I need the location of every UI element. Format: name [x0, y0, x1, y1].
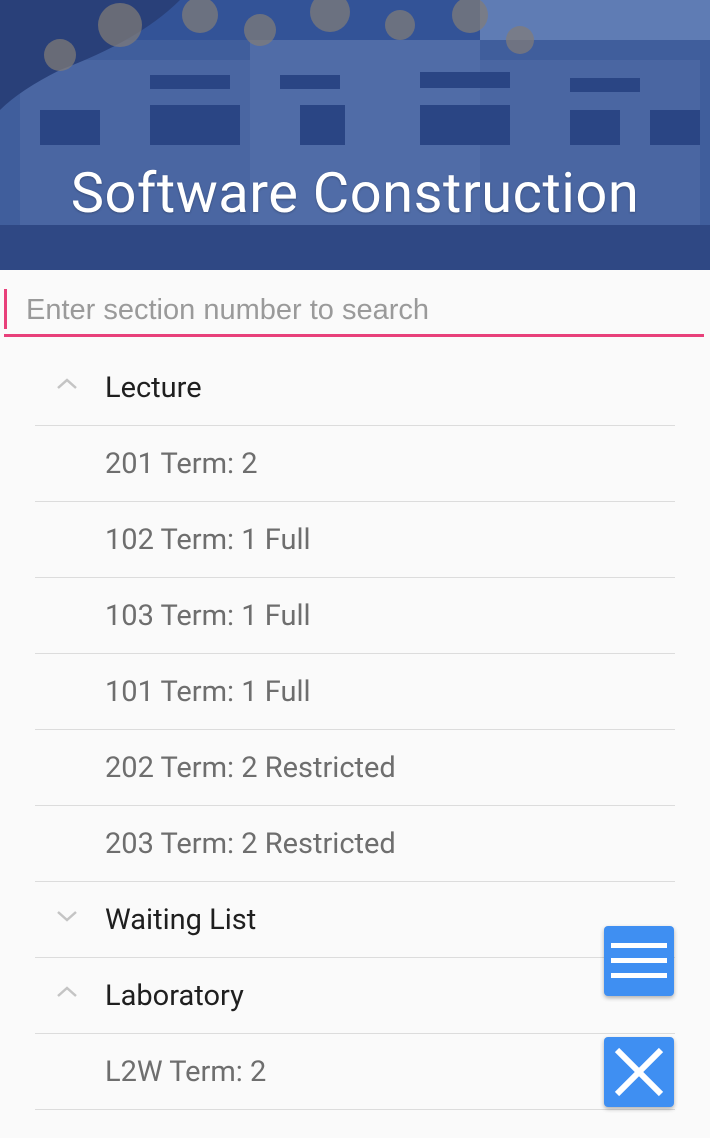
section-header-label: Laboratory — [105, 979, 244, 1013]
close-icon — [614, 1047, 664, 1097]
page-title: Software Construction — [70, 160, 640, 226]
list-item-label: 203 Term: 2 Restricted — [105, 827, 396, 861]
section-header[interactable]: Waiting List — [35, 882, 675, 958]
search-input[interactable] — [24, 287, 688, 333]
list-item-label: 103 Term: 1 Full — [105, 599, 311, 633]
section-list: Lecture 201 Term: 2 102 Term: 1 Full 103 Te… — [35, 350, 675, 1110]
campus-building-image — [0, 0, 710, 270]
header-banner: Software Construction — [0, 0, 710, 270]
section-header[interactable]: Laboratory — [35, 958, 675, 1034]
section-header-label: Lecture — [105, 371, 202, 405]
chevron-up-icon — [57, 986, 77, 997]
list-item-label: 201 Term: 2 — [105, 447, 258, 481]
text-cursor — [4, 289, 7, 329]
menu-button[interactable] — [604, 926, 674, 996]
list-item-label: 202 Term: 2 Restricted — [105, 751, 396, 785]
list-item[interactable]: 102 Term: 1 Full — [35, 502, 675, 578]
list-item-label: 101 Term: 1 Full — [105, 675, 311, 709]
list-item[interactable]: 202 Term: 2 Restricted — [35, 730, 675, 806]
list-item-label: 102 Term: 1 Full — [105, 523, 311, 557]
list-item[interactable]: 203 Term: 2 Restricted — [35, 806, 675, 882]
chevron-down-icon — [57, 911, 77, 922]
list-item[interactable]: 201 Term: 2 — [35, 426, 675, 502]
chevron-up-icon — [57, 378, 77, 389]
search-field[interactable] — [4, 285, 704, 337]
list-item-label: L2W Term: 2 — [105, 1055, 267, 1089]
section-header[interactable]: Lecture — [35, 350, 675, 426]
list-item[interactable]: 103 Term: 1 Full — [35, 578, 675, 654]
list-item[interactable]: 101 Term: 1 Full — [35, 654, 675, 730]
list-item[interactable]: L2W Term: 2 — [35, 1034, 675, 1110]
menu-icon — [611, 943, 667, 978]
section-header-label: Waiting List — [105, 903, 257, 937]
close-button[interactable] — [604, 1037, 674, 1107]
